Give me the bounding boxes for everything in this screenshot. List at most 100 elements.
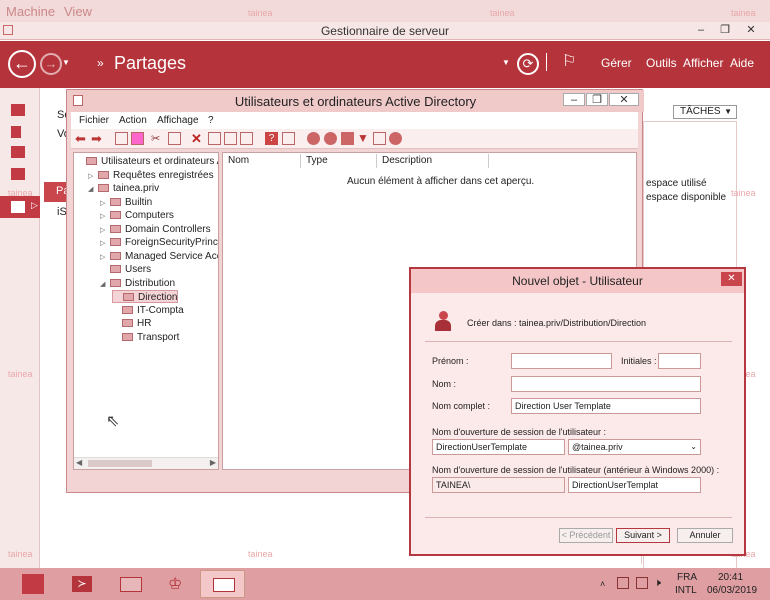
find-icon[interactable] — [389, 132, 402, 145]
next-button[interactable]: Suivant > — [616, 528, 670, 543]
previous-button[interactable]: < Précédent — [559, 528, 613, 543]
logon-name-field[interactable]: DirectionUserTemplate — [432, 439, 565, 455]
tree-item[interactable]: Utilisateurs et ordinateurs Active — [76, 155, 218, 168]
horizontal-scrollbar[interactable]: ◀ ▶ — [74, 457, 218, 469]
nav-manage[interactable]: Gérer — [601, 56, 632, 70]
new-user-icon[interactable] — [307, 132, 320, 145]
chevron-down-icon[interactable]: ▼ — [62, 58, 70, 67]
dialog-titlebar[interactable]: Nouvel objet - Utilisateur ✕ — [411, 269, 744, 293]
add-to-group-icon[interactable] — [373, 132, 386, 145]
menu-file[interactable]: Fichier — [79, 115, 109, 126]
refresh-icon[interactable]: ⟳ — [517, 53, 539, 75]
export-list-icon[interactable] — [240, 132, 253, 145]
tree-item[interactable]: ▷ Requêtes enregistrées — [88, 169, 214, 182]
nav-help[interactable]: Aide — [730, 56, 754, 70]
vm-menu-machine[interactable]: Machine — [6, 4, 55, 19]
tasks-dropdown[interactable]: TÂCHES ▼ — [673, 105, 737, 119]
menu-action[interactable]: Action — [119, 115, 147, 126]
all-servers-icon[interactable] — [11, 146, 25, 158]
powershell-icon[interactable]: ≻ — [60, 570, 105, 598]
column-header-name[interactable]: Nom — [223, 154, 301, 168]
tray-up-icon[interactable]: ˄ — [600, 579, 605, 589]
clock-date[interactable]: 06/03/2019 — [707, 585, 757, 596]
partial-selected-item[interactable]: Pa — [44, 182, 69, 202]
scroll-right-icon[interactable]: ▶ — [210, 458, 216, 467]
minimize-button[interactable]: – — [690, 24, 712, 37]
expand-arrow-icon[interactable]: ▷ — [100, 251, 110, 264]
legacy-logon-field[interactable]: DirectionUserTemplat — [568, 477, 701, 493]
help-icon[interactable]: ? — [265, 132, 278, 145]
network-tray-icon[interactable] — [636, 577, 648, 589]
rail-item-shares-selected[interactable]: ▷ — [0, 196, 40, 218]
full-name-field[interactable]: Direction User Template — [511, 398, 701, 414]
expand-arrow-icon[interactable]: ◢ — [88, 183, 98, 196]
expand-arrow-icon[interactable]: ▷ — [88, 170, 98, 183]
tree-item[interactable]: ▷ ForeignSecurityPrincipals — [100, 236, 218, 250]
dropdown-icon[interactable]: ▼ — [502, 58, 510, 67]
keyboard-layout-indicator[interactable]: INTL — [675, 585, 697, 596]
show-tree-icon[interactable] — [131, 132, 144, 145]
expand-arrow-icon[interactable]: ▷ — [100, 224, 110, 237]
tree-item[interactable]: ▷ Builtin — [100, 196, 152, 209]
vm-menu-view[interactable]: View — [64, 4, 92, 19]
ad-window-titlebar[interactable]: Utilisateurs et ordinateurs Active Direc… — [67, 90, 644, 112]
copy-icon[interactable] — [168, 132, 181, 145]
ad-users-taskbar-icon[interactable] — [200, 570, 245, 598]
expand-arrow-icon[interactable]: ▷ — [100, 237, 110, 250]
start-button[interactable] — [12, 570, 57, 598]
close-button[interactable]: ✕ — [721, 272, 742, 286]
tree-item[interactable]: Direction — [112, 290, 179, 303]
refresh-icon[interactable] — [224, 132, 237, 145]
menu-view[interactable]: Affichage — [157, 115, 199, 126]
maximize-button[interactable]: ❐ — [586, 93, 608, 106]
tree-item[interactable]: HR — [112, 317, 151, 330]
properties-icon[interactable] — [208, 132, 221, 145]
close-button[interactable]: ✕ — [740, 24, 762, 37]
initials-field[interactable] — [658, 353, 701, 369]
tree-item[interactable]: Users — [100, 263, 151, 276]
tree-item[interactable]: ◢ tainea.priv — [88, 182, 159, 195]
expand-arrow-icon[interactable]: ◢ — [100, 278, 110, 291]
up-folder-icon[interactable] — [115, 132, 128, 145]
dashboard-icon[interactable] — [11, 104, 25, 116]
minimize-button[interactable]: – — [563, 93, 585, 106]
tree-item[interactable]: ▷ Computers — [100, 209, 174, 222]
language-indicator[interactable]: FRA — [677, 572, 697, 583]
scroll-left-icon[interactable]: ◀ — [76, 458, 82, 467]
flag-icon[interactable] — [617, 577, 629, 589]
last-name-field[interactable] — [511, 376, 701, 392]
menu-help[interactable]: ? — [208, 115, 214, 126]
file-explorer-icon[interactable] — [108, 570, 153, 598]
tree-item[interactable]: ▷ Domain Controllers — [100, 223, 211, 236]
clock-time[interactable]: 20:41 — [718, 572, 743, 583]
delete-icon[interactable]: ✕ — [191, 132, 204, 145]
upn-suffix-select[interactable]: @tainea.priv ⌄ — [568, 439, 701, 455]
cut-icon[interactable]: ✂ — [151, 132, 164, 145]
file-services-icon[interactable] — [11, 168, 25, 180]
cancel-button[interactable]: Annuler — [677, 528, 733, 543]
expand-arrow-icon[interactable]: ▷ — [100, 197, 110, 210]
tree-item[interactable]: IT-Compta — [112, 304, 184, 317]
scrollbar-thumb[interactable] — [88, 460, 152, 467]
maximize-button[interactable]: ❐ — [714, 24, 736, 37]
notifications-flag-icon[interactable]: ⚐ — [562, 51, 576, 71]
expand-arrow-icon[interactable]: ▷ — [100, 210, 110, 223]
console-icon[interactable] — [282, 132, 295, 145]
tree-item[interactable]: ▷ Managed Service Accour — [100, 250, 218, 264]
close-button[interactable]: ✕ — [609, 93, 639, 106]
back-arrow-icon[interactable]: ← — [8, 50, 36, 78]
network-icon[interactable]: ♔ — [154, 570, 199, 598]
tree-item[interactable]: ◢ Distribution — [100, 277, 175, 290]
back-arrow-icon[interactable]: ⬅ — [75, 132, 88, 145]
tree-item[interactable]: Transport — [112, 331, 179, 344]
forward-arrow-icon[interactable]: → — [40, 53, 62, 75]
new-group-icon[interactable] — [324, 132, 337, 145]
local-server-icon[interactable] — [11, 126, 21, 138]
column-header-type[interactable]: Type — [301, 154, 377, 168]
column-header-description[interactable]: Description — [377, 154, 489, 168]
first-name-field[interactable] — [511, 353, 612, 369]
forward-arrow-icon[interactable]: ➡ — [91, 132, 104, 145]
volume-icon[interactable]: 🕨 — [654, 577, 661, 590]
nav-view[interactable]: Afficher — [683, 56, 723, 70]
filter-icon[interactable]: ▼ — [357, 132, 370, 145]
